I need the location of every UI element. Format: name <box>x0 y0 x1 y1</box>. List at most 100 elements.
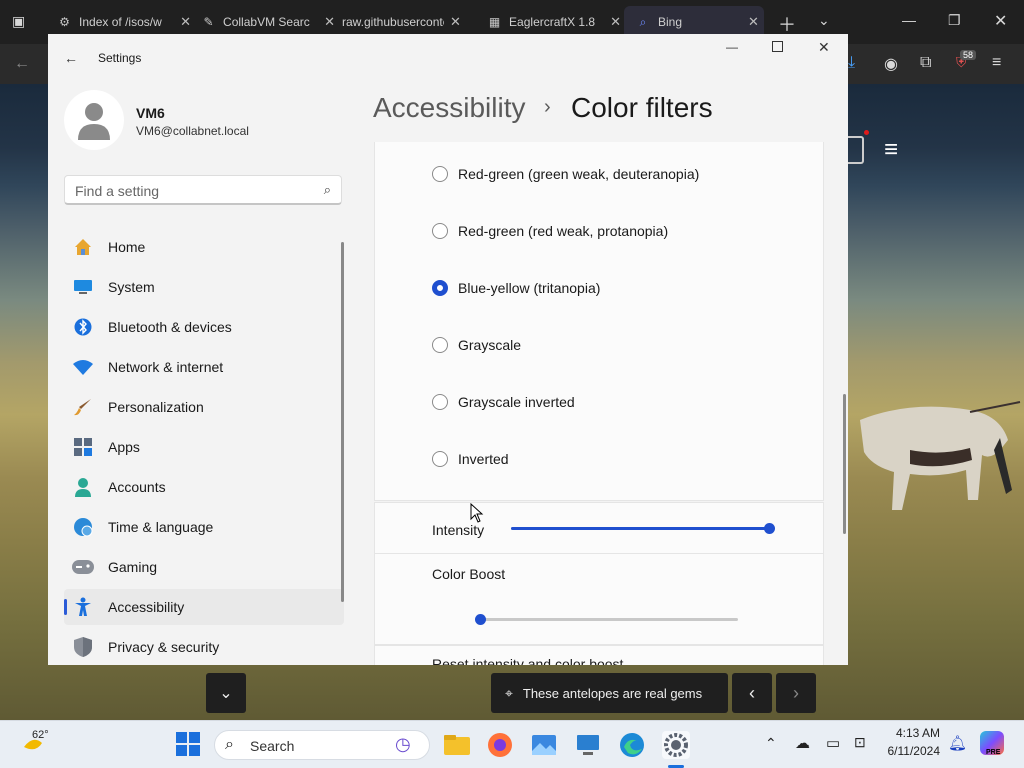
globe-clock-icon <box>72 516 94 538</box>
radio-inverted[interactable] <box>432 451 448 467</box>
sidebar-item-apps[interactable]: Apps <box>64 429 344 465</box>
notification-bell-icon[interactable]: 🔔︎ <box>948 734 967 752</box>
screen-icon[interactable]: ▭ <box>826 734 840 752</box>
filter-option-inverted[interactable]: Inverted <box>432 447 509 471</box>
gamepad-icon <box>72 556 94 578</box>
download-icon[interactable]: ⤓ <box>848 54 855 72</box>
account-icon[interactable]: ◉ <box>884 54 898 74</box>
color-boost-card: Color Boost <box>374 553 824 645</box>
settings-window: ← Settings — ✕ VM6 VM6@collabnet.local F… <box>48 34 848 665</box>
sidebar-item-gaming[interactable]: Gaming <box>64 549 344 585</box>
apps-icon <box>72 436 94 458</box>
search-icon: ⌕ <box>639 15 647 29</box>
search-icon[interactable]: ⌕ <box>324 182 331 198</box>
color-boost-slider-thumb[interactable] <box>475 614 486 625</box>
tab-list-chevron-icon[interactable]: ⌄ <box>818 12 830 29</box>
reset-card: Reset intensity and color boost <box>374 645 824 665</box>
sidebar-item-privacy[interactable]: Privacy & security <box>64 629 344 665</box>
page-title: Color filters <box>571 92 713 123</box>
browser-minimize-icon[interactable]: — <box>902 12 916 28</box>
taskbar-search[interactable]: ⌕ Search ◷ <box>214 730 430 760</box>
taskbar: 62° ⌕ Search ◷ ⌃ ☁ ▭ ⊡ 4:13 AM 6/11/2024… <box>0 720 1024 768</box>
main-scrollbar[interactable] <box>843 394 846 534</box>
brush-icon <box>72 396 94 418</box>
reset-label: Reset intensity and color boost <box>432 656 624 665</box>
filter-option-protanopia[interactable]: Red-green (red weak, protanopia) <box>432 219 668 243</box>
sidebar-item-network[interactable]: Network & internet <box>64 349 344 385</box>
search-input[interactable]: Find a setting <box>75 183 159 199</box>
close-tab-icon[interactable]: ✕ <box>748 14 759 30</box>
archive-icon: ⚙ <box>59 15 70 29</box>
browser-restore-icon[interactable]: ❐ <box>948 12 961 29</box>
filter-option-grayscale-inverted[interactable]: Grayscale inverted <box>432 390 575 414</box>
sidebar-item-system[interactable]: System <box>64 269 344 305</box>
intensity-slider-thumb[interactable] <box>764 523 775 534</box>
radio-protanopia[interactable] <box>432 223 448 239</box>
image-caption-button[interactable]: ⌖ These antelopes are real gems <box>491 673 728 713</box>
sidebar-item-accounts[interactable]: Accounts <box>64 469 344 505</box>
color-boost-label: Color Boost <box>432 566 506 582</box>
onedrive-icon[interactable]: ☁ <box>795 734 810 752</box>
mouse-cursor-icon <box>470 503 484 523</box>
windows-logo-icon <box>176 732 200 756</box>
clock-date[interactable]: 6/11/2024 <box>868 744 941 758</box>
intensity-label: Intensity <box>432 522 485 538</box>
browser-close-icon[interactable]: ✕ <box>994 11 1007 31</box>
sidebar-item-accessibility[interactable]: Accessibility <box>64 589 344 625</box>
expand-chevron-button[interactable]: ⌄ <box>206 673 246 713</box>
start-button[interactable] <box>175 731 203 759</box>
radio-grayscale[interactable] <box>432 337 448 353</box>
wifi-icon <box>72 356 94 378</box>
search-box[interactable]: Find a setting ⌕ <box>64 175 342 205</box>
avatar[interactable] <box>64 90 124 150</box>
network-icon[interactable]: ⊡ <box>854 734 866 751</box>
radio-grayscale-inverted[interactable] <box>432 394 448 410</box>
close-tab-icon[interactable]: ✕ <box>610 14 621 30</box>
accessibility-icon <box>72 596 94 618</box>
color-boost-slider[interactable] <box>475 614 738 625</box>
sidebar-item-bluetooth[interactable]: Bluetooth & devices <box>64 309 344 345</box>
photos-icon[interactable] <box>530 731 558 759</box>
user-email: VM6@collabnet.local <box>136 124 249 138</box>
active-indicator <box>64 599 67 615</box>
bing-menu-icon[interactable]: ≡ <box>884 136 898 164</box>
filter-option-tritanopia[interactable]: Blue-yellow (tritanopia) <box>432 276 600 300</box>
settings-main: Accessibility › Color filters Red-green … <box>358 34 848 665</box>
breadcrumb-separator: › <box>544 96 551 118</box>
weather-temp: 62° <box>32 729 49 741</box>
phone-icon[interactable] <box>848 136 864 164</box>
file-explorer-icon[interactable] <box>443 731 471 759</box>
remote-desktop-icon[interactable] <box>574 731 602 759</box>
shield-icon <box>72 636 94 658</box>
chevron-left-icon: ‹ <box>749 682 755 703</box>
intensity-slider[interactable] <box>511 523 775 534</box>
person-icon <box>72 476 94 498</box>
settings-app-icon[interactable] <box>662 731 690 759</box>
tab-actions-icon[interactable]: ▣ <box>12 13 25 30</box>
sidebar-item-personalization[interactable]: Personalization <box>64 389 344 425</box>
oryx-antelope-image <box>860 401 1021 510</box>
close-tab-icon[interactable]: ✕ <box>450 14 461 30</box>
filter-option-grayscale[interactable]: Grayscale <box>432 333 521 357</box>
sidebar-item-home[interactable]: Home <box>64 229 344 265</box>
radio-tritanopia[interactable] <box>432 280 448 296</box>
sidebar-scrollbar[interactable] <box>341 242 344 602</box>
sidebar-item-time-language[interactable]: Time & language <box>64 509 344 545</box>
radio-deuteranopia[interactable] <box>432 166 448 182</box>
filter-option-deuteranopia[interactable]: Red-green (green weak, deuteranopia) <box>432 162 699 186</box>
chevron-down-icon: ⌄ <box>219 685 233 702</box>
extensions-icon[interactable]: ⧉ <box>920 54 931 72</box>
back-arrow-icon[interactable]: ← <box>14 55 30 73</box>
clock-time[interactable]: 4:13 AM <box>868 726 940 740</box>
person-icon <box>78 103 110 140</box>
breadcrumb-parent[interactable]: Accessibility <box>373 92 525 124</box>
menu-icon[interactable]: ≡ <box>992 54 1001 72</box>
edge-icon[interactable] <box>618 731 646 759</box>
extension-badge: 58 <box>960 50 977 60</box>
firefox-icon[interactable] <box>486 731 514 759</box>
search-icon: ⌕ <box>225 736 234 753</box>
feather-icon: ✎ <box>203 15 214 29</box>
chevron-up-icon[interactable]: ⌃ <box>765 735 777 752</box>
previous-image-button[interactable]: ‹ <box>732 673 772 713</box>
next-image-button[interactable]: › <box>776 673 816 713</box>
